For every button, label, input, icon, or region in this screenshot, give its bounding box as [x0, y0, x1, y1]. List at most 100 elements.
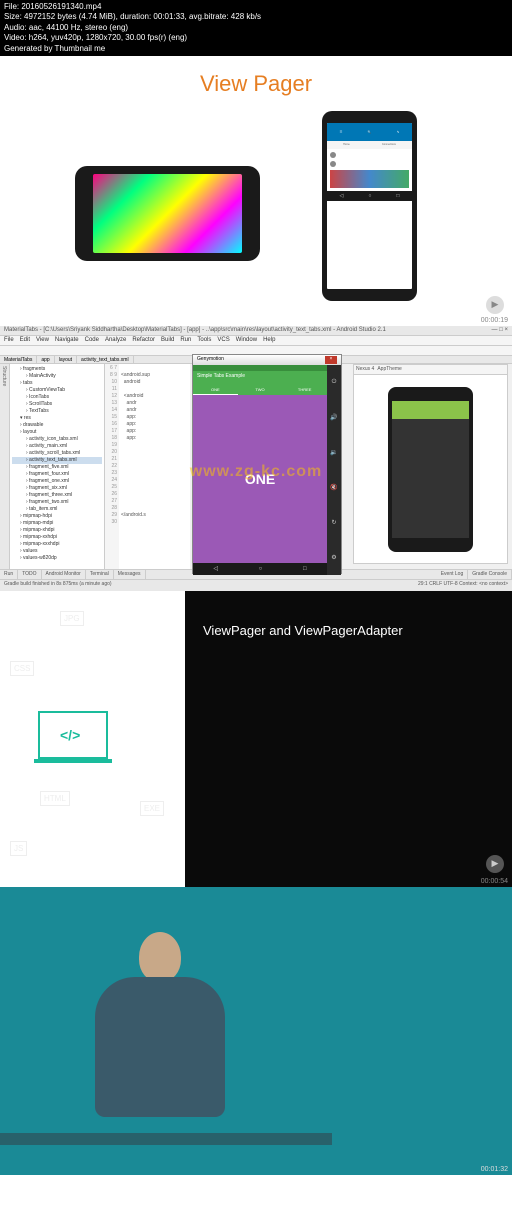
menu-vcs[interactable]: VCS: [217, 337, 229, 344]
tab-gradle-console[interactable]: Gradle Console: [468, 570, 512, 579]
menu-tools[interactable]: Tools: [197, 337, 211, 344]
slide-viewpager-adapter: JPG CSS HTML EXE JS </> ViewPager and Vi…: [0, 591, 512, 887]
tab-one[interactable]: ONE: [193, 385, 238, 395]
menu-run[interactable]: Run: [180, 337, 191, 344]
video-metadata: File: 20160526191340.mp4 Size: 4972152 b…: [0, 0, 512, 56]
exe-icon: EXE: [140, 801, 164, 816]
power-icon[interactable]: ⏻: [332, 379, 337, 386]
mute-icon[interactable]: 🔇: [330, 484, 337, 491]
tab-bar[interactable]: ONE TWO THREE: [193, 385, 327, 395]
menu-build[interactable]: Build: [161, 337, 174, 344]
slide-instructor: 00:01:32: [0, 887, 512, 1175]
tree-item[interactable]: › fragment_two.xml: [12, 499, 102, 506]
close-icon[interactable]: ×: [325, 356, 337, 364]
tree-item[interactable]: › mipmap-xxhdpi: [12, 534, 102, 541]
tree-item[interactable]: › ScrollTabs: [12, 401, 102, 408]
project-tree[interactable]: › fragments› MainActivity› tabs› CustomV…: [10, 364, 105, 574]
meta-audio: Audio: aac, 44100 Hz, stereo (eng): [4, 23, 508, 33]
menu-navigate[interactable]: Navigate: [55, 337, 79, 344]
compose-icon: ✎: [397, 130, 400, 134]
tree-item[interactable]: › activity_scroll_tabs.xml: [12, 450, 102, 457]
android-studio-window: MaterialTabs - [C:\Users\Sriyank Siddhar…: [0, 326, 512, 591]
instructor-image: [70, 932, 250, 1152]
menu-refactor[interactable]: Refactor: [132, 337, 155, 344]
code-content[interactable]: <android.sup android <android andr andr …: [119, 364, 152, 574]
css-icon: CSS: [10, 661, 34, 676]
tree-item[interactable]: › values-w820dp: [12, 555, 102, 562]
tab-event-log[interactable]: Event Log: [437, 570, 469, 579]
tab-messages[interactable]: Messages: [114, 570, 146, 579]
meta-size: Size: 4972152 bytes (4.74 MiB), duration…: [4, 12, 508, 22]
menu-bar[interactable]: File Edit View Navigate Code Analyze Ref…: [0, 336, 512, 346]
tree-item[interactable]: › layout: [12, 429, 102, 436]
left-gutter[interactable]: Structure: [0, 364, 10, 574]
preview-screen: [392, 401, 469, 538]
tab-two[interactable]: TWO: [238, 385, 283, 395]
menu-edit[interactable]: Edit: [20, 337, 30, 344]
tree-item[interactable]: › fragment_three.xml: [12, 492, 102, 499]
device-selector[interactable]: Nexus 4: [356, 366, 374, 373]
preview-toolbar[interactable]: Nexus 4 AppTheme: [354, 365, 507, 375]
preview-app-bar: [392, 401, 469, 419]
preview-device: [388, 387, 473, 552]
tree-item[interactable]: › fragment_one.xml: [12, 478, 102, 485]
rotate-icon[interactable]: ↻: [331, 519, 336, 526]
tree-item[interactable]: › fragment_five.xml: [12, 464, 102, 471]
search-icon: 🔍: [368, 130, 372, 134]
tree-item[interactable]: › drawable: [12, 422, 102, 429]
tree-item[interactable]: › fragment_six.xml: [12, 485, 102, 492]
volume-down-icon[interactable]: 🔉: [330, 449, 337, 456]
back-icon[interactable]: ◁: [213, 565, 218, 572]
forward-button[interactable]: ▶: [486, 296, 504, 314]
settings-icon[interactable]: ⚙: [331, 554, 336, 561]
tab-terminal[interactable]: Terminal: [86, 570, 114, 579]
phone-landscape-screen: [93, 174, 242, 253]
tree-item[interactable]: › IconTabs: [12, 394, 102, 401]
tree-item[interactable]: › fragments: [12, 366, 102, 373]
home-icon[interactable]: ○: [259, 566, 263, 572]
app-bar: Simple Tabs Example: [193, 371, 327, 385]
menu-view[interactable]: View: [36, 337, 49, 344]
tree-item[interactable]: › activity_icon_tabs.xml: [12, 436, 102, 443]
code-editor[interactable]: 6 7 8 9 10 11 12 13 14 15 16 17 18 19 20…: [105, 364, 190, 574]
tree-item[interactable]: › mipmap-mdpi: [12, 520, 102, 527]
recent-icon[interactable]: □: [303, 566, 307, 572]
tab-run[interactable]: Run: [0, 570, 18, 579]
forward-button[interactable]: ▶: [486, 855, 504, 873]
tree-item[interactable]: › values: [12, 548, 102, 555]
tree-item[interactable]: › activity_main.xml: [12, 443, 102, 450]
jpg-icon: JPG: [60, 611, 84, 626]
bottom-strip: [0, 1175, 512, 1213]
window-controls[interactable]: — □ ×: [492, 327, 508, 333]
tree-item[interactable]: › mipmap-xhdpi: [12, 527, 102, 534]
tree-item[interactable]: › fragment_four.xml: [12, 471, 102, 478]
volume-up-icon[interactable]: 🔊: [330, 414, 337, 421]
tree-item[interactable]: › mipmap-hdpi: [12, 513, 102, 520]
menu-code[interactable]: Code: [85, 337, 99, 344]
tree-item[interactable]: › MainActivity: [12, 373, 102, 380]
menu-analyze[interactable]: Analyze: [105, 337, 126, 344]
tab-todo[interactable]: TODO: [18, 570, 41, 579]
meta-generated: Generated by Thumbnail me: [4, 44, 508, 54]
tree-item[interactable]: ▾ res: [12, 415, 102, 422]
phone-portrait-screen: ☰ 🔍 ✎ Home Connections ◁ ○ □: [327, 123, 412, 289]
tree-item[interactable]: › tabs: [12, 380, 102, 387]
android-nav-bar[interactable]: ◁ ○ □: [193, 563, 327, 575]
layout-preview[interactable]: Nexus 4 AppTheme: [353, 364, 508, 564]
emulator-sidebar[interactable]: ⏻ 🔊 🔉 🔇 ↻ ⚙: [327, 365, 341, 575]
back-icon: ◁: [340, 193, 344, 199]
tree-item[interactable]: › mipmap-xxxhdpi: [12, 541, 102, 548]
tab-android-monitor[interactable]: Android Monitor: [42, 570, 86, 579]
menu-file[interactable]: File: [4, 337, 14, 344]
tree-item[interactable]: › CustomViewTab: [12, 387, 102, 394]
menu-help[interactable]: Help: [263, 337, 275, 344]
theme-selector[interactable]: AppTheme: [377, 366, 401, 373]
menu-window[interactable]: Window: [236, 337, 257, 344]
html-icon: HTML: [40, 791, 70, 806]
tree-item[interactable]: › TextTabs: [12, 408, 102, 415]
tree-item[interactable]: › tab_item.xml: [12, 506, 102, 513]
tree-item[interactable]: › activity_text_tabs.xml: [12, 457, 102, 464]
tab-three[interactable]: THREE: [282, 385, 327, 395]
emulator-titlebar[interactable]: Genymotion ×: [193, 355, 341, 365]
window-titlebar: MaterialTabs - [C:\Users\Sriyank Siddhar…: [0, 326, 512, 336]
